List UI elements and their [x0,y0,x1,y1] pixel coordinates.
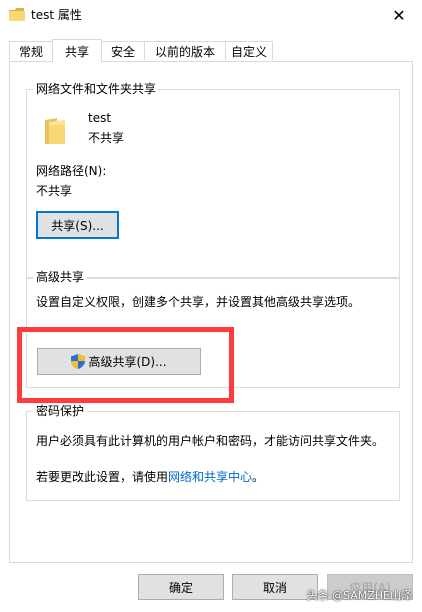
network-sharing-center-link[interactable]: 网络和共享中心 [168,470,252,484]
tab-sharing[interactable]: 共享 [52,39,102,62]
advanced-sharing-group: 高级共享 设置自定义权限，创建多个共享，并设置其他高级共享选项。 高级共享(D)… [26,270,400,388]
shield-icon [71,354,86,369]
cancel-button[interactable]: 取消 [232,574,318,600]
share-button[interactable]: 共享(S)... [36,211,119,239]
advanced-sharing-title: 高级共享 [33,270,88,284]
advanced-sharing-description: 设置自定义权限，创建多个共享，并设置其他高级共享选项。 [36,295,361,309]
tab-general[interactable]: 常规 [9,41,53,60]
title-bar: test 属性 ✕ [0,0,422,30]
folder-icon [9,8,25,21]
password-protection-title: 密码保护 [33,404,88,418]
network-sharing-title: 网络文件和文件夹共享 [33,82,160,96]
close-button[interactable]: ✕ [376,0,422,30]
tab-customize[interactable]: 自定义 [225,41,273,60]
network-path-label: 网络路径(N): [36,164,107,178]
tab-strip: 常规 共享 安全 以前的版本 自定义 [0,39,422,62]
advanced-sharing-button-label: 高级共享(D)... [88,355,167,369]
folder-large-icon [43,116,67,150]
window-title: test 属性 [31,8,82,22]
network-sharing-group: 网络文件和文件夹共享 test 不共享 网络路径(N): 不共享 共享(S)..… [26,82,400,279]
close-icon: ✕ [392,5,406,25]
tab-security[interactable]: 安全 [101,41,145,60]
password-protection-hint: 若要更改此设置，请使用网络和共享中心。 [36,469,264,485]
ok-button[interactable]: 确定 [138,574,224,600]
password-protection-group: 密码保护 用户必须具有此计算机的用户帐户和密码，才能访问共享文件夹。 若要更改此… [26,404,400,501]
watermark: 头条 @SAMZHE山泽 [306,589,412,602]
tab-previous-versions[interactable]: 以前的版本 [144,41,226,60]
folder-name: test [88,111,112,125]
sharing-panel: 网络文件和文件夹共享 test 不共享 网络路径(N): 不共享 共享(S)..… [9,61,413,563]
advanced-sharing-button[interactable]: 高级共享(D)... [37,348,201,375]
password-protection-text: 用户必须具有此计算机的用户帐户和密码，才能访问共享文件夹。 [36,434,385,448]
hint-prefix: 若要更改此设置，请使用 [36,470,169,484]
folder-share-status: 不共享 [88,131,125,145]
network-path-value: 不共享 [36,184,73,198]
hint-suffix: 。 [252,470,265,484]
